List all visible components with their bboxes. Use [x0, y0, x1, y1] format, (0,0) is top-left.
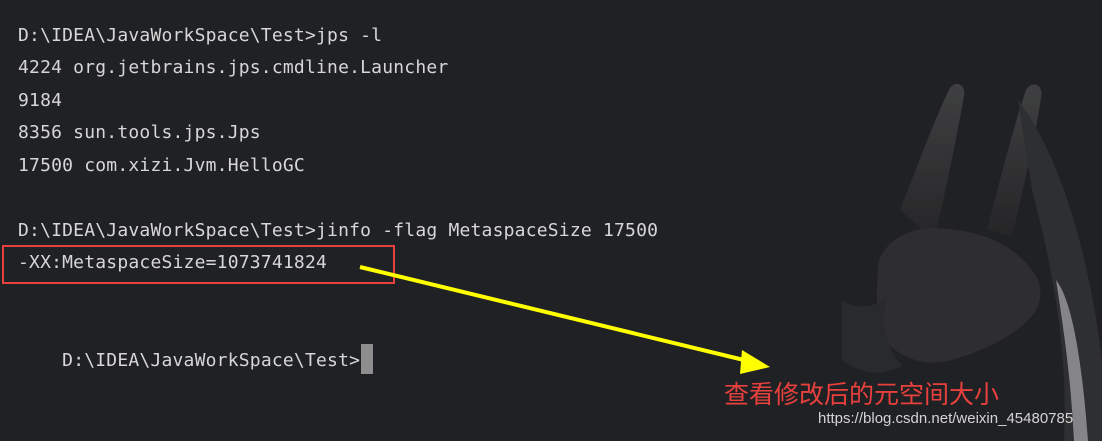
terminal-line: 9184 — [18, 90, 63, 111]
terminal-prompt: D:\IDEA\JavaWorkSpace\Test> — [62, 350, 361, 371]
annotation-label: 查看修改后的元空间大小 — [724, 380, 1000, 409]
terminal-window[interactable]: D:\IDEA\JavaWorkSpace\Test>jps -l 4224 o… — [0, 0, 1102, 441]
text-cursor — [361, 344, 374, 374]
red-highlight-box — [2, 245, 395, 284]
blog-watermark: https://blog.csdn.net/weixin_45480785 — [818, 410, 1074, 427]
terminal-line: D:\IDEA\JavaWorkSpace\Test>jinfo -flag M… — [18, 220, 659, 241]
yellow-arrow-shaft — [359, 265, 749, 363]
terminal-line: 8356 sun.tools.jps.Jps — [18, 122, 261, 143]
terminal-line: D:\IDEA\JavaWorkSpace\Test>jps -l — [18, 25, 383, 46]
terminal-prompt-line[interactable]: D:\IDEA\JavaWorkSpace\Test> — [18, 312, 374, 374]
terminal-line: 17500 com.xizi.Jvm.HelloGC — [18, 155, 305, 176]
terminal-line: 4224 org.jetbrains.jps.cmdline.Launcher — [18, 57, 449, 78]
yellow-arrow-head-icon — [740, 350, 770, 374]
